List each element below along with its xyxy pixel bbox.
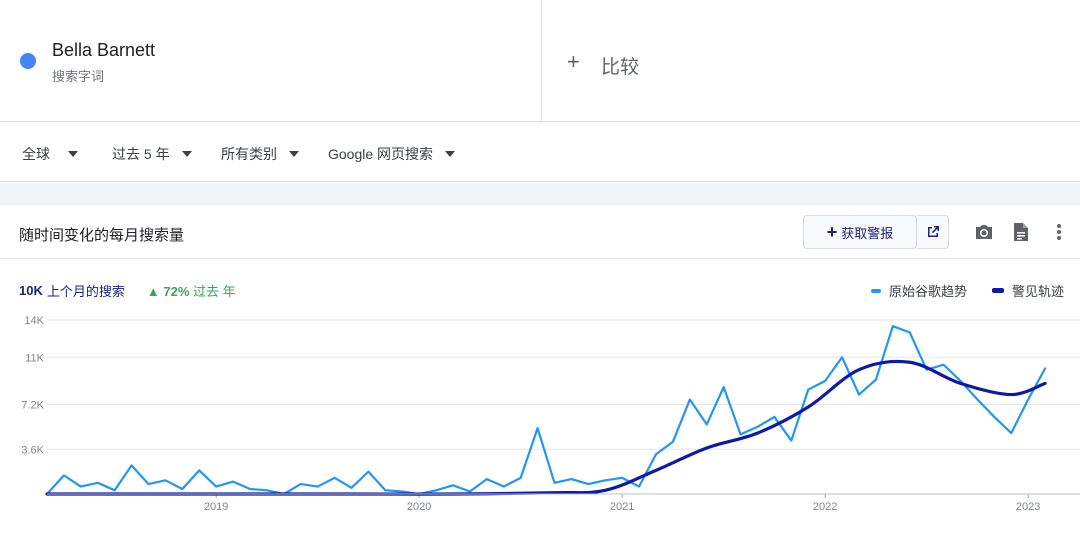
category-label: 所有类别	[221, 146, 277, 162]
term-subtitle: 搜索字词	[52, 69, 105, 84]
x-tick-label: 2019	[204, 501, 228, 513]
legend-swatch-trend	[992, 288, 1004, 293]
open-external-button[interactable]	[917, 215, 949, 249]
x-tick-label: 2023	[1016, 501, 1040, 513]
time-label: 过去 5 年	[112, 146, 170, 162]
property-label: Google 网页搜索	[328, 146, 434, 162]
change-label: 过去 年	[193, 284, 236, 299]
legend-swatch-raw	[871, 288, 881, 293]
search-term-card[interactable]: Bella Barnett 搜索字词	[0, 0, 542, 121]
raw-trend-line	[45, 325, 1047, 496]
chart-header: 随时间变化的每月搜索量 + 获取警报	[0, 205, 1080, 259]
camera-icon[interactable]	[973, 221, 995, 243]
x-tick-label: 2022	[813, 501, 837, 513]
filter-bar: 全球 过去 5 年 所有类别 Google 网页搜索	[0, 122, 1080, 182]
more-vert-icon[interactable]	[1048, 221, 1070, 243]
external-link-icon	[927, 226, 939, 237]
search-stats: 10K 上个月的搜索 ▲ 72% 过去 年	[19, 281, 236, 300]
caret-down-icon	[68, 151, 78, 157]
x-tick-label: 2021	[610, 501, 634, 513]
time-dropdown[interactable]: 过去 5 年	[112, 144, 192, 164]
trend-chart: 3.6K 7.2K 11K 14K 2019 2020 2021 2022 2023	[21, 315, 1080, 513]
x-tick-label: 2020	[407, 501, 431, 513]
plus-icon: +	[826, 222, 838, 242]
region-dropdown[interactable]: 全球	[22, 144, 78, 164]
region-label: 全球	[22, 146, 50, 162]
change-value: 72%	[163, 284, 190, 299]
csv-file-icon[interactable]	[1010, 221, 1032, 243]
caret-down-icon	[289, 151, 299, 157]
legend-label-raw: 原始谷歌趋势	[889, 284, 968, 299]
term-row: Bella Barnett 搜索字词 + 比较	[0, 0, 1080, 122]
plus-icon: +	[567, 49, 580, 74]
section-divider	[0, 183, 1080, 205]
term-name: Bella Barnett	[52, 40, 156, 60]
up-arrow-icon: ▲	[146, 284, 160, 299]
chart-title: 随时间变化的每月搜索量	[19, 227, 185, 244]
legend-raw: 原始谷歌趋势	[871, 281, 967, 300]
last-month-value: 10K	[19, 283, 43, 298]
legend-trend: 警见轨迹	[992, 281, 1064, 300]
legend-label-trend: 警见轨迹	[1012, 284, 1065, 299]
y-tick-label: 3.6K	[21, 444, 44, 456]
y-tick-label: 11K	[25, 352, 44, 364]
compare-label: 比较	[601, 57, 640, 78]
term-color-dot	[20, 53, 36, 69]
get-alert-button[interactable]: + 获取警报	[803, 215, 917, 249]
change-badge: ▲ 72% 过去 年	[147, 281, 236, 300]
last-month-label: 上个月的搜索	[46, 284, 125, 299]
y-tick-label: 14K	[24, 315, 44, 327]
alert-label: 获取警报	[841, 225, 894, 241]
y-tick-label: 7.2K	[21, 400, 44, 412]
compare-button[interactable]: + 比较	[542, 0, 1080, 121]
caret-down-icon	[181, 151, 192, 157]
caret-down-icon	[445, 151, 456, 157]
property-dropdown[interactable]: Google 网页搜索	[328, 144, 456, 164]
category-dropdown[interactable]: 所有类别	[221, 144, 299, 164]
